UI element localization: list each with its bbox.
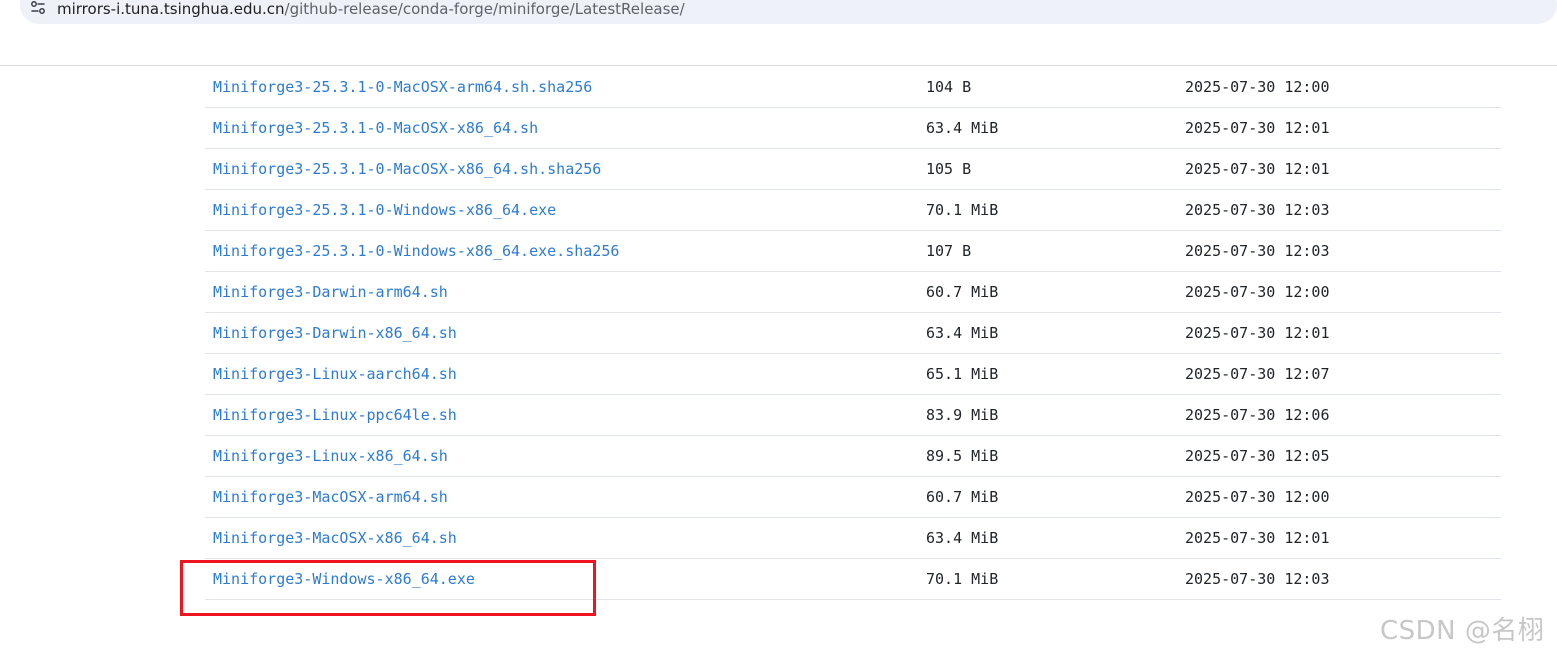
file-link[interactable]: Miniforge3-MacOSX-x86_64.sh <box>213 529 457 547</box>
table-row: Miniforge3-MacOSX-x86_64.sh 63.4 MiB 2025-… <box>205 518 1501 559</box>
url-host: mirrors-i.tuna.tsinghua.edu.cn <box>57 0 285 18</box>
file-size-cell: 60.7 MiB <box>926 488 999 506</box>
table-row: Miniforge3-Linux-ppc64le.sh 83.9 MiB 2025-… <box>205 395 1501 436</box>
file-size-cell: 105 B <box>926 160 972 178</box>
file-size-cell: 107 B <box>926 242 972 260</box>
file-size-cell: 60.7 MiB <box>926 283 999 301</box>
file-size-cell: 70.1 MiB <box>926 570 999 588</box>
file-date-cell: 2025-07-30 12:07 <box>1185 365 1330 383</box>
file-link[interactable]: Miniforge3-Darwin-x86_64.sh <box>213 324 457 342</box>
file-size-cell: 70.1 MiB <box>926 201 999 219</box>
file-name-cell: Miniforge3-MacOSX-x86_64.sh <box>213 518 457 558</box>
file-link[interactable]: Miniforge3-25.3.1-0-MacOSX-x86_64.sh.sha… <box>213 160 601 178</box>
file-date-cell: 2025-07-30 12:01 <box>1185 160 1330 178</box>
file-date-cell: 2025-07-30 12:01 <box>1185 529 1330 547</box>
table-row: Miniforge3-25.3.1-0-Windows-x86_64.exe.s… <box>205 231 1501 272</box>
file-listing: Miniforge3-25.3.1-0-MacOSX-arm64.sh.sha2… <box>205 67 1501 600</box>
table-row: Miniforge3-Linux-x86_64.sh 89.5 MiB 2025-0… <box>205 436 1501 477</box>
file-date-cell: 2025-07-30 12:00 <box>1185 283 1330 301</box>
table-row: Miniforge3-25.3.1-0-MacOSX-arm64.sh.sha2… <box>205 67 1501 108</box>
file-size-cell: 65.1 MiB <box>926 365 999 383</box>
table-row: Miniforge3-25.3.1-0-MacOSX-x86_64.sh.sha… <box>205 149 1501 190</box>
file-date-cell: 2025-07-30 12:03 <box>1185 570 1330 588</box>
file-link[interactable]: Miniforge3-Linux-aarch64.sh <box>213 365 457 383</box>
tune-icon[interactable] <box>28 0 48 19</box>
file-size-cell: 89.5 MiB <box>926 447 999 465</box>
table-row: Miniforge3-Darwin-x86_64.sh 63.4 MiB 2025-… <box>205 313 1501 354</box>
file-name-cell: Miniforge3-Linux-ppc64le.sh <box>213 395 457 435</box>
file-size-cell: 104 B <box>926 78 972 96</box>
file-link[interactable]: Miniforge3-Darwin-arm64.sh <box>213 283 448 301</box>
file-size-cell: 63.4 MiB <box>926 324 999 342</box>
file-link[interactable]: Miniforge3-25.3.1-0-MacOSX-x86_64.sh <box>213 119 538 137</box>
file-date-cell: 2025-07-30 12:00 <box>1185 488 1330 506</box>
file-date-cell: 2025-07-30 12:06 <box>1185 406 1330 424</box>
file-name-cell: Miniforge3-25.3.1-0-Windows-x86_64.exe.s… <box>213 231 619 271</box>
file-link[interactable]: Miniforge3-25.3.1-0-MacOSX-arm64.sh.sha2… <box>213 78 592 96</box>
url-text[interactable]: mirrors-i.tuna.tsinghua.edu.cn/github-re… <box>57 0 685 18</box>
file-name-cell: Miniforge3-25.3.1-0-MacOSX-arm64.sh.sha2… <box>213 67 592 107</box>
file-name-cell: Miniforge3-Linux-x86_64.sh <box>213 436 448 476</box>
file-date-cell: 2025-07-30 12:03 <box>1185 242 1330 260</box>
file-link[interactable]: Miniforge3-25.3.1-0-Windows-x86_64.exe.s… <box>213 242 619 260</box>
table-row: Miniforge3-Darwin-arm64.sh 60.7 MiB 2025-0… <box>205 272 1501 313</box>
file-size-cell: 83.9 MiB <box>926 406 999 424</box>
file-size-cell: 63.4 MiB <box>926 119 999 137</box>
file-date-cell: 2025-07-30 12:00 <box>1185 78 1330 96</box>
address-bar[interactable]: mirrors-i.tuna.tsinghua.edu.cn/github-re… <box>20 0 1557 24</box>
file-link[interactable]: Miniforge3-25.3.1-0-Windows-x86_64.exe <box>213 201 556 219</box>
file-name-cell: Miniforge3-25.3.1-0-MacOSX-x86_64.sh <box>213 108 538 148</box>
file-date-cell: 2025-07-30 12:01 <box>1185 119 1330 137</box>
watermark: CSDN @名栩 <box>1380 616 1545 646</box>
table-row: Miniforge3-MacOSX-arm64.sh 60.7 MiB 2025-0… <box>205 477 1501 518</box>
file-date-cell: 2025-07-30 12:03 <box>1185 201 1330 219</box>
browser-toolbar: mirrors-i.tuna.tsinghua.edu.cn/github-re… <box>0 0 1557 66</box>
table-row: Miniforge3-25.3.1-0-MacOSX-x86_64.sh 63.4… <box>205 108 1501 149</box>
file-link[interactable]: Miniforge3-Windows-x86_64.exe <box>213 570 475 588</box>
file-name-cell: Miniforge3-Windows-x86_64.exe <box>213 559 475 599</box>
file-link[interactable]: Miniforge3-Linux-x86_64.sh <box>213 447 448 465</box>
file-date-cell: 2025-07-30 12:05 <box>1185 447 1330 465</box>
file-name-cell: Miniforge3-Darwin-x86_64.sh <box>213 313 457 353</box>
table-row: Miniforge3-25.3.1-0-Windows-x86_64.exe 70… <box>205 190 1501 231</box>
file-name-cell: Miniforge3-Linux-aarch64.sh <box>213 354 457 394</box>
table-row: Miniforge3-Linux-aarch64.sh 65.1 MiB 2025-… <box>205 354 1501 395</box>
table-row: Miniforge3-Windows-x86_64.exe 70.1 MiB 202… <box>205 559 1501 600</box>
file-name-cell: Miniforge3-25.3.1-0-Windows-x86_64.exe <box>213 190 556 230</box>
file-size-cell: 63.4 MiB <box>926 529 999 547</box>
url-path: /github-release/conda-forge/miniforge/La… <box>284 0 685 18</box>
file-name-cell: Miniforge3-25.3.1-0-MacOSX-x86_64.sh.sha… <box>213 149 601 189</box>
file-name-cell: Miniforge3-MacOSX-arm64.sh <box>213 477 448 517</box>
file-link[interactable]: Miniforge3-Linux-ppc64le.sh <box>213 406 457 424</box>
file-name-cell: Miniforge3-Darwin-arm64.sh <box>213 272 448 312</box>
file-link[interactable]: Miniforge3-MacOSX-arm64.sh <box>213 488 448 506</box>
file-date-cell: 2025-07-30 12:01 <box>1185 324 1330 342</box>
